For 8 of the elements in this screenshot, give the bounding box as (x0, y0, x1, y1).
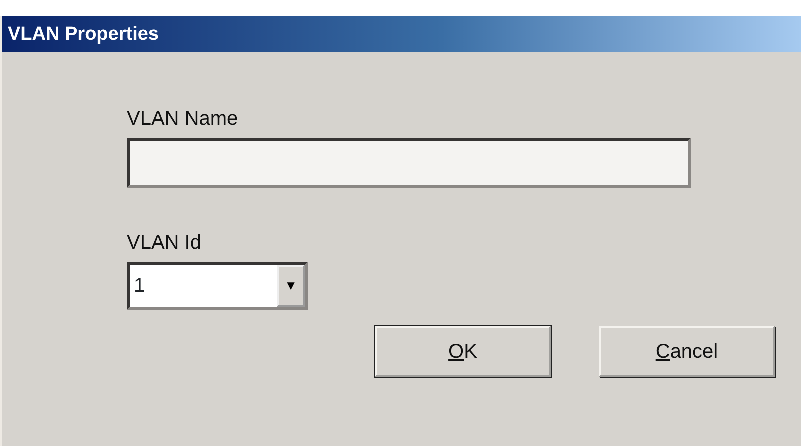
ok-button[interactable]: OK (375, 326, 551, 377)
id-dropdown[interactable]: 1 ▼ (127, 262, 308, 310)
name-field[interactable] (127, 138, 691, 188)
field-label: VLAN Id (127, 231, 202, 256)
dropdown-arrow-button[interactable]: ▼ (277, 265, 305, 307)
window-title: VLAN Properties (2, 16, 801, 52)
field-label: VLAN Name (127, 107, 240, 132)
cancel-button[interactable]: Cancel (599, 326, 775, 377)
